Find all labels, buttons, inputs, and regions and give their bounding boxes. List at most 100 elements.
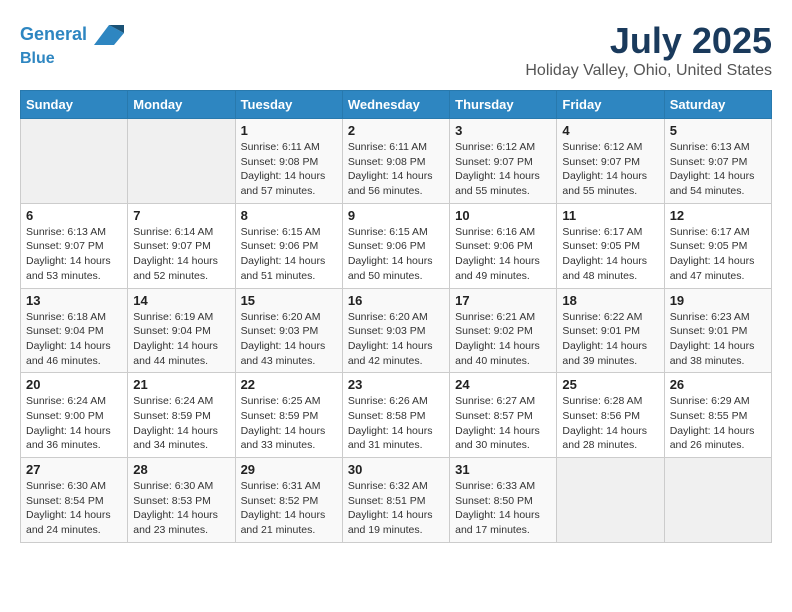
day-number: 1 [241, 123, 337, 138]
day-info: Sunrise: 6:20 AMSunset: 9:03 PMDaylight:… [241, 310, 337, 369]
day-number: 4 [562, 123, 658, 138]
weekday-header: Sunday [21, 91, 128, 119]
day-number: 7 [133, 208, 229, 223]
day-info: Sunrise: 6:30 AMSunset: 8:53 PMDaylight:… [133, 479, 229, 538]
calendar-week-row: 20 Sunrise: 6:24 AMSunset: 9:00 PMDaylig… [21, 373, 772, 458]
day-info: Sunrise: 6:15 AMSunset: 9:06 PMDaylight:… [348, 225, 444, 284]
weekday-header: Tuesday [235, 91, 342, 119]
day-info: Sunrise: 6:23 AMSunset: 9:01 PMDaylight:… [670, 310, 766, 369]
title-section: July 2025 Holiday Valley, Ohio, United S… [525, 20, 772, 80]
calendar-day-cell: 16 Sunrise: 6:20 AMSunset: 9:03 PMDaylig… [342, 288, 449, 373]
calendar-body: 1 Sunrise: 6:11 AMSunset: 9:08 PMDayligh… [21, 119, 772, 543]
day-number: 31 [455, 462, 551, 477]
day-info: Sunrise: 6:31 AMSunset: 8:52 PMDaylight:… [241, 479, 337, 538]
calendar-day-cell: 26 Sunrise: 6:29 AMSunset: 8:55 PMDaylig… [664, 373, 771, 458]
day-number: 25 [562, 377, 658, 392]
calendar-day-cell: 30 Sunrise: 6:32 AMSunset: 8:51 PMDaylig… [342, 458, 449, 543]
day-number: 17 [455, 293, 551, 308]
calendar-day-cell: 12 Sunrise: 6:17 AMSunset: 9:05 PMDaylig… [664, 203, 771, 288]
calendar-header: SundayMondayTuesdayWednesdayThursdayFrid… [21, 91, 772, 119]
location: Holiday Valley, Ohio, United States [525, 62, 772, 80]
day-number: 19 [670, 293, 766, 308]
day-info: Sunrise: 6:11 AMSunset: 9:08 PMDaylight:… [241, 140, 337, 199]
calendar-day-cell: 7 Sunrise: 6:14 AMSunset: 9:07 PMDayligh… [128, 203, 235, 288]
day-number: 18 [562, 293, 658, 308]
day-info: Sunrise: 6:30 AMSunset: 8:54 PMDaylight:… [26, 479, 122, 538]
page-header: General Blue July 2025 Holiday Valley, O… [20, 20, 772, 80]
weekday-header: Wednesday [342, 91, 449, 119]
day-number: 8 [241, 208, 337, 223]
calendar-day-cell: 1 Sunrise: 6:11 AMSunset: 9:08 PMDayligh… [235, 119, 342, 204]
day-info: Sunrise: 6:24 AMSunset: 9:00 PMDaylight:… [26, 394, 122, 453]
day-number: 22 [241, 377, 337, 392]
day-info: Sunrise: 6:15 AMSunset: 9:06 PMDaylight:… [241, 225, 337, 284]
calendar-day-cell: 29 Sunrise: 6:31 AMSunset: 8:52 PMDaylig… [235, 458, 342, 543]
day-number: 28 [133, 462, 229, 477]
weekday-header: Monday [128, 91, 235, 119]
month-title: July 2025 [525, 20, 772, 62]
day-number: 21 [133, 377, 229, 392]
calendar-day-cell: 17 Sunrise: 6:21 AMSunset: 9:02 PMDaylig… [450, 288, 557, 373]
calendar-day-cell: 10 Sunrise: 6:16 AMSunset: 9:06 PMDaylig… [450, 203, 557, 288]
day-info: Sunrise: 6:12 AMSunset: 9:07 PMDaylight:… [455, 140, 551, 199]
day-number: 5 [670, 123, 766, 138]
weekday-header: Thursday [450, 91, 557, 119]
calendar-day-cell: 6 Sunrise: 6:13 AMSunset: 9:07 PMDayligh… [21, 203, 128, 288]
calendar-day-cell: 2 Sunrise: 6:11 AMSunset: 9:08 PMDayligh… [342, 119, 449, 204]
day-info: Sunrise: 6:27 AMSunset: 8:57 PMDaylight:… [455, 394, 551, 453]
day-number: 29 [241, 462, 337, 477]
calendar-day-cell: 3 Sunrise: 6:12 AMSunset: 9:07 PMDayligh… [450, 119, 557, 204]
day-info: Sunrise: 6:29 AMSunset: 8:55 PMDaylight:… [670, 394, 766, 453]
day-number: 13 [26, 293, 122, 308]
calendar-day-cell: 15 Sunrise: 6:20 AMSunset: 9:03 PMDaylig… [235, 288, 342, 373]
logo-text: General [20, 20, 124, 50]
calendar-week-row: 27 Sunrise: 6:30 AMSunset: 8:54 PMDaylig… [21, 458, 772, 543]
calendar-day-cell: 18 Sunrise: 6:22 AMSunset: 9:01 PMDaylig… [557, 288, 664, 373]
day-number: 26 [670, 377, 766, 392]
calendar-day-cell: 9 Sunrise: 6:15 AMSunset: 9:06 PMDayligh… [342, 203, 449, 288]
calendar-day-cell [557, 458, 664, 543]
calendar-day-cell: 5 Sunrise: 6:13 AMSunset: 9:07 PMDayligh… [664, 119, 771, 204]
weekday-header: Friday [557, 91, 664, 119]
day-number: 10 [455, 208, 551, 223]
day-number: 14 [133, 293, 229, 308]
day-info: Sunrise: 6:16 AMSunset: 9:06 PMDaylight:… [455, 225, 551, 284]
day-number: 23 [348, 377, 444, 392]
day-number: 20 [26, 377, 122, 392]
logo-subtext: Blue [20, 50, 124, 68]
calendar-day-cell: 24 Sunrise: 6:27 AMSunset: 8:57 PMDaylig… [450, 373, 557, 458]
calendar-table: SundayMondayTuesdayWednesdayThursdayFrid… [20, 90, 772, 543]
weekday-row: SundayMondayTuesdayWednesdayThursdayFrid… [21, 91, 772, 119]
calendar-week-row: 1 Sunrise: 6:11 AMSunset: 9:08 PMDayligh… [21, 119, 772, 204]
calendar-day-cell: 4 Sunrise: 6:12 AMSunset: 9:07 PMDayligh… [557, 119, 664, 204]
day-info: Sunrise: 6:33 AMSunset: 8:50 PMDaylight:… [455, 479, 551, 538]
calendar-day-cell [128, 119, 235, 204]
day-info: Sunrise: 6:12 AMSunset: 9:07 PMDaylight:… [562, 140, 658, 199]
calendar-week-row: 6 Sunrise: 6:13 AMSunset: 9:07 PMDayligh… [21, 203, 772, 288]
day-info: Sunrise: 6:21 AMSunset: 9:02 PMDaylight:… [455, 310, 551, 369]
day-info: Sunrise: 6:13 AMSunset: 9:07 PMDaylight:… [670, 140, 766, 199]
calendar-day-cell: 19 Sunrise: 6:23 AMSunset: 9:01 PMDaylig… [664, 288, 771, 373]
day-number: 9 [348, 208, 444, 223]
day-info: Sunrise: 6:11 AMSunset: 9:08 PMDaylight:… [348, 140, 444, 199]
day-number: 30 [348, 462, 444, 477]
calendar-day-cell [21, 119, 128, 204]
calendar-day-cell: 13 Sunrise: 6:18 AMSunset: 9:04 PMDaylig… [21, 288, 128, 373]
calendar-day-cell: 20 Sunrise: 6:24 AMSunset: 9:00 PMDaylig… [21, 373, 128, 458]
day-number: 11 [562, 208, 658, 223]
weekday-header: Saturday [664, 91, 771, 119]
day-number: 27 [26, 462, 122, 477]
calendar-day-cell: 8 Sunrise: 6:15 AMSunset: 9:06 PMDayligh… [235, 203, 342, 288]
calendar-day-cell: 14 Sunrise: 6:19 AMSunset: 9:04 PMDaylig… [128, 288, 235, 373]
day-number: 24 [455, 377, 551, 392]
calendar-day-cell: 28 Sunrise: 6:30 AMSunset: 8:53 PMDaylig… [128, 458, 235, 543]
day-info: Sunrise: 6:13 AMSunset: 9:07 PMDaylight:… [26, 225, 122, 284]
calendar-day-cell: 31 Sunrise: 6:33 AMSunset: 8:50 PMDaylig… [450, 458, 557, 543]
day-number: 3 [455, 123, 551, 138]
logo: General Blue [20, 20, 124, 68]
day-info: Sunrise: 6:17 AMSunset: 9:05 PMDaylight:… [670, 225, 766, 284]
day-info: Sunrise: 6:32 AMSunset: 8:51 PMDaylight:… [348, 479, 444, 538]
calendar-day-cell: 27 Sunrise: 6:30 AMSunset: 8:54 PMDaylig… [21, 458, 128, 543]
day-info: Sunrise: 6:25 AMSunset: 8:59 PMDaylight:… [241, 394, 337, 453]
day-info: Sunrise: 6:22 AMSunset: 9:01 PMDaylight:… [562, 310, 658, 369]
